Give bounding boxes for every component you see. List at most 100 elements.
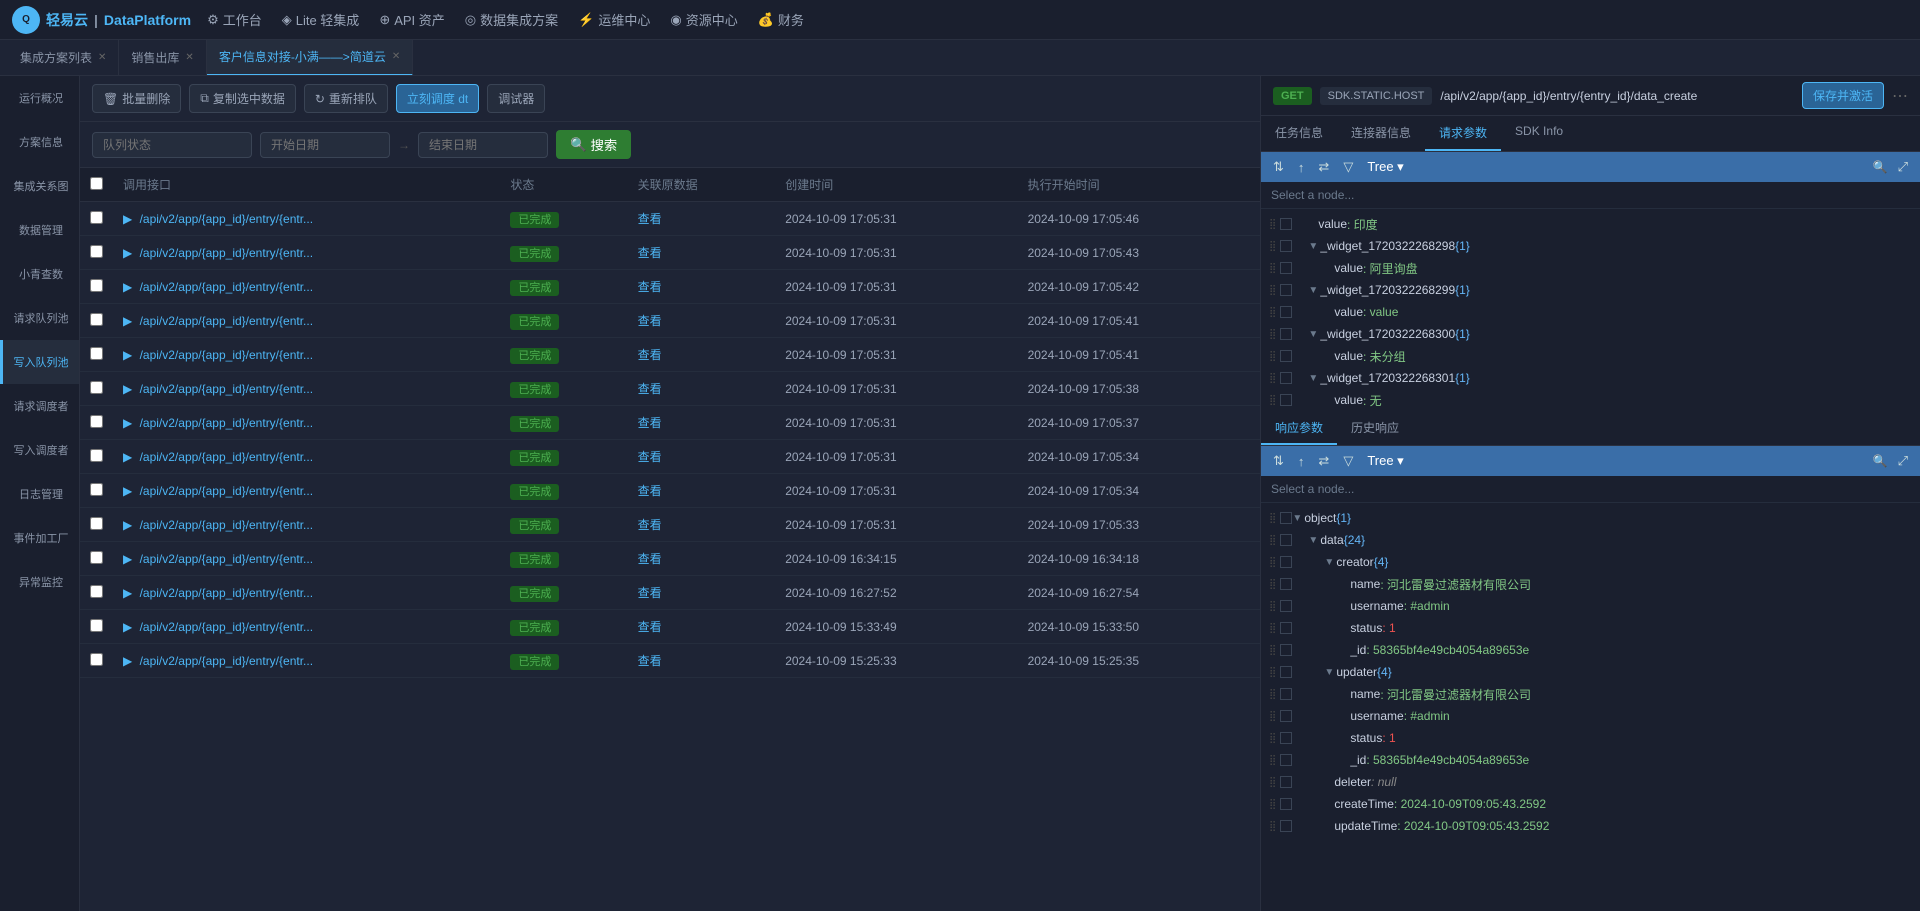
interface-link[interactable]: /api/v2/app/{app_id}/entry/{entr... [140, 348, 313, 362]
tree-expand-icon[interactable]: ▼ [1324, 557, 1334, 568]
tree-node[interactable]: ⣿ createTime : 2024-10-09T09:05:43.2592 [1261, 793, 1920, 815]
tab-close-solution[interactable]: ✕ [98, 52, 106, 63]
tree-checkbox[interactable] [1280, 284, 1292, 296]
nav-item-datasolution[interactable]: ◎数据集成方案 [465, 10, 558, 29]
sidebar-item-data-management[interactable]: 数据管理 [0, 208, 79, 252]
drag-handle-icon[interactable]: ⣿ [1269, 557, 1276, 568]
play-icon[interactable]: ▶ [123, 382, 132, 396]
row-checkbox[interactable] [90, 517, 103, 530]
tree-node[interactable]: ⣿ name : 河北雷曼过滤器材有限公司 [1261, 683, 1920, 705]
tree-expand-icon[interactable]: ▼ [1324, 667, 1334, 678]
play-icon[interactable]: ▶ [123, 518, 132, 532]
tree-node[interactable]: ⣿ ▼ _widget_1720322268301 {1} [1261, 367, 1920, 389]
interface-link[interactable]: /api/v2/app/{app_id}/entry/{entr... [140, 654, 313, 668]
tab-response-params[interactable]: 响应参数 [1261, 412, 1337, 445]
tree-node[interactable]: ⣿ ▼ creator {4} [1261, 551, 1920, 573]
row-checkbox[interactable] [90, 245, 103, 258]
drag-handle-icon[interactable]: ⣿ [1269, 241, 1276, 252]
play-icon[interactable]: ▶ [123, 620, 132, 634]
tree-checkbox[interactable] [1280, 240, 1292, 252]
tree-checkbox[interactable] [1280, 218, 1292, 230]
row-checkbox[interactable] [90, 551, 103, 564]
play-icon[interactable]: ▶ [123, 654, 132, 668]
tree-node[interactable]: ⣿ ▼ updater {4} [1261, 661, 1920, 683]
tab-history-response[interactable]: 历史响应 [1337, 412, 1413, 445]
source-link[interactable]: 查看 [638, 416, 662, 430]
source-link[interactable]: 查看 [638, 620, 662, 634]
interface-link[interactable]: /api/v2/app/{app_id}/entry/{entr... [140, 484, 313, 498]
batch-delete-button[interactable]: 🗑 批量删除 [92, 84, 181, 113]
nav-item-api[interactable]: ⊕API 资产 [379, 10, 444, 29]
tree-checkbox[interactable] [1280, 306, 1292, 318]
source-link[interactable]: 查看 [638, 246, 662, 260]
tree-checkbox[interactable] [1280, 534, 1292, 546]
response-tree-search-icon[interactable]: 🔍 [1873, 454, 1888, 468]
interface-link[interactable]: /api/v2/app/{app_id}/entry/{entr... [140, 314, 313, 328]
tree-node[interactable]: ⣿ value : 无 [1261, 389, 1920, 411]
source-link[interactable]: 查看 [638, 450, 662, 464]
interface-link[interactable]: /api/v2/app/{app_id}/entry/{entr... [140, 416, 313, 430]
tree-checkbox[interactable] [1280, 798, 1292, 810]
start-date-filter[interactable] [260, 132, 390, 158]
collapse-all-icon[interactable]: ↑ [1294, 158, 1309, 177]
tree-node[interactable]: ⣿ value : value [1261, 301, 1920, 323]
tree-node[interactable]: ⣿ ▼ object {1} [1261, 507, 1920, 529]
sidebar-item-overview[interactable]: 运行概况 [0, 76, 79, 120]
tree-checkbox[interactable] [1280, 350, 1292, 362]
sidebar-item-anomaly[interactable]: 异常监控 [0, 560, 79, 604]
end-date-filter[interactable] [418, 132, 548, 158]
nav-item-ops[interactable]: ⚡运维中心 [578, 10, 650, 29]
interface-link[interactable]: /api/v2/app/{app_id}/entry/{entr... [140, 212, 313, 226]
sort-icon[interactable]: ⇄ [1314, 157, 1333, 177]
tree-checkbox[interactable] [1280, 644, 1292, 656]
save-activate-button[interactable]: 保存并激活 [1802, 82, 1884, 109]
drag-handle-icon[interactable]: ⣿ [1269, 623, 1276, 634]
source-link[interactable]: 查看 [638, 484, 662, 498]
drag-handle-icon[interactable]: ⣿ [1269, 777, 1276, 788]
interface-link[interactable]: /api/v2/app/{app_id}/entry/{entr... [140, 280, 313, 294]
drag-handle-icon[interactable]: ⣿ [1269, 733, 1276, 744]
tree-node[interactable]: ⣿ ▼ _widget_1720322268300 {1} [1261, 323, 1920, 345]
drag-handle-icon[interactable]: ⣿ [1269, 755, 1276, 766]
resp-filter-icon[interactable]: ▽ [1339, 451, 1357, 471]
interface-link[interactable]: /api/v2/app/{app_id}/entry/{entr... [140, 246, 313, 260]
tree-node[interactable]: ⣿ status : 1 [1261, 727, 1920, 749]
interface-link[interactable]: /api/v2/app/{app_id}/entry/{entr... [140, 586, 313, 600]
source-link[interactable]: 查看 [638, 280, 662, 294]
tree-checkbox[interactable] [1280, 710, 1292, 722]
tree-checkbox[interactable] [1280, 622, 1292, 634]
interface-link[interactable]: /api/v2/app/{app_id}/entry/{entr... [140, 552, 313, 566]
row-checkbox[interactable] [90, 415, 103, 428]
play-icon[interactable]: ▶ [123, 450, 132, 464]
drag-handle-icon[interactable]: ⣿ [1269, 513, 1276, 524]
row-checkbox[interactable] [90, 619, 103, 632]
tab-sdk-info[interactable]: SDK Info [1501, 116, 1577, 151]
tree-checkbox[interactable] [1280, 732, 1292, 744]
resp-expand-all-icon[interactable]: ⇅ [1269, 451, 1288, 471]
tab-connector-info[interactable]: 连接器信息 [1337, 116, 1425, 151]
sidebar-item-request-scheduler[interactable]: 请求调度者 [0, 384, 79, 428]
tree-node[interactable]: ⣿ username : #admin [1261, 705, 1920, 727]
tab-close-sales[interactable]: ✕ [185, 52, 193, 63]
play-icon[interactable]: ▶ [123, 348, 132, 362]
source-link[interactable]: 查看 [638, 348, 662, 362]
drag-handle-icon[interactable]: ⣿ [1269, 351, 1276, 362]
tree-node[interactable]: ⣿ value : 阿里询盘 [1261, 257, 1920, 279]
source-link[interactable]: 查看 [638, 654, 662, 668]
tree-checkbox[interactable] [1280, 556, 1292, 568]
resp-sort-icon[interactable]: ⇄ [1314, 451, 1333, 471]
response-tree-select[interactable]: Select a node... [1261, 476, 1920, 503]
row-checkbox[interactable] [90, 313, 103, 326]
schedule-button[interactable]: 立刻调度 dt [396, 84, 479, 113]
drag-handle-icon[interactable]: ⣿ [1269, 689, 1276, 700]
tree-checkbox[interactable] [1280, 328, 1292, 340]
row-checkbox[interactable] [90, 211, 103, 224]
tree-node[interactable]: ⣿ value : 印度 [1261, 213, 1920, 235]
play-icon[interactable]: ▶ [123, 586, 132, 600]
tree-node[interactable]: ⣿ value : 未分组 [1261, 345, 1920, 367]
tree-checkbox[interactable] [1280, 754, 1292, 766]
tab-task-info[interactable]: 任务信息 [1261, 116, 1337, 151]
queue-status-filter[interactable] [92, 132, 252, 158]
row-checkbox[interactable] [90, 381, 103, 394]
tree-node[interactable]: ⣿ updateTime : 2024-10-09T09:05:43.2592 [1261, 815, 1920, 837]
